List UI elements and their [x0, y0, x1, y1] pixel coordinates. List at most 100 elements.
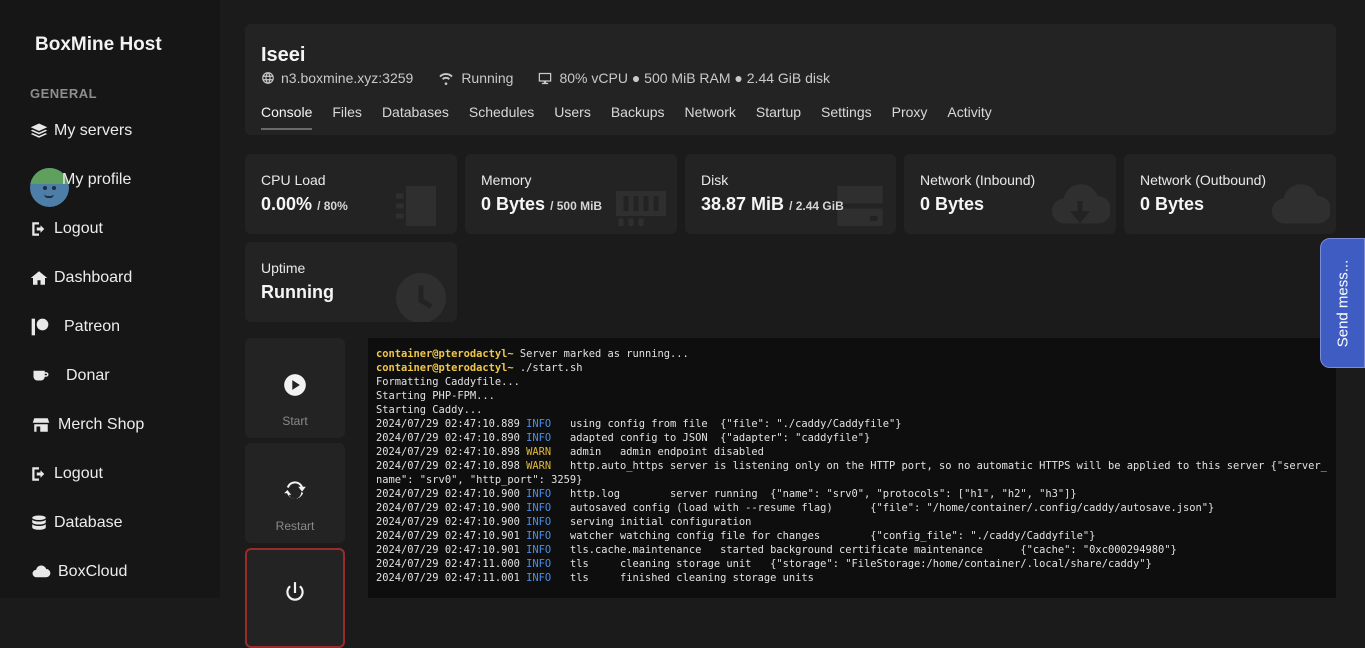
stat-title: Uptime [261, 260, 306, 276]
send-message-label: Send mess... [1334, 259, 1352, 347]
tab-schedules[interactable]: Schedules [469, 104, 534, 130]
stat-limit: / 80% [317, 199, 348, 213]
server-status-text: Running [461, 70, 514, 86]
cloud-icon [32, 565, 51, 578]
server-address: n3.boxmine.xyz:3259 [261, 70, 413, 86]
console-line: Formatting Caddyfile... [376, 376, 520, 388]
console-line: Starting Caddy... [376, 404, 483, 416]
globe-icon [262, 72, 274, 84]
console-line: container@pterodactyl~ Server marked as … [376, 348, 689, 360]
stat-title: CPU Load [261, 172, 326, 188]
tab-startup[interactable]: Startup [756, 104, 801, 130]
tab-databases[interactable]: Databases [382, 104, 449, 130]
tab-console[interactable]: Console [261, 104, 313, 130]
stat-limit: / 500 MiB [550, 199, 603, 213]
console-line: 2024/07/29 02:47:11.000 INFO tls cleanin… [376, 558, 1152, 570]
sidebar-item-label: Logout [54, 220, 103, 237]
tab-activity[interactable]: Activity [947, 104, 991, 130]
sidebar-item-my-profile[interactable]: My profile [62, 167, 131, 193]
store-icon [32, 418, 50, 432]
restart-button[interactable]: Restart [245, 443, 345, 543]
stat-title: Disk [701, 172, 729, 188]
cloud-upload-icon [1271, 184, 1330, 224]
sidebar-item-label: Merch Shop [58, 416, 145, 433]
sidebar-item-label: Patreon [64, 318, 121, 335]
server-status: Running [437, 70, 513, 86]
console-line: 2024/07/29 02:47:10.898 WARN admin admin… [376, 446, 764, 458]
sidebar-item-dashboard[interactable]: Dashboard [30, 265, 132, 291]
sync-icon [284, 481, 306, 499]
console-output[interactable]: container@pterodactyl~ Server marked as … [368, 338, 1336, 598]
server-meta: n3.boxmine.xyz:3259 Running 80% vCPU ● 5… [261, 70, 854, 86]
stat-uptime: Uptime Running [245, 242, 457, 322]
layers-icon [30, 123, 48, 138]
power-icon [286, 582, 304, 601]
console-line: 2024/07/29 02:47:10.900 INFO http.log se… [376, 488, 1077, 500]
start-button[interactable]: Start [245, 338, 345, 438]
tab-backups[interactable]: Backups [611, 104, 665, 130]
sidebar-item-database[interactable]: Database [30, 510, 123, 536]
sidebar: BoxMine Host GENERAL My servers My profi… [0, 0, 220, 598]
server-tabs: Console Files Databases Schedules Users … [261, 104, 1012, 130]
stat-network-outbound: Network (Outbound) 0 Bytes [1124, 154, 1336, 234]
stat-title: Memory [481, 172, 532, 188]
tab-settings[interactable]: Settings [821, 104, 872, 130]
console-line: 2024/07/29 02:47:10.898 WARN http.auto_h… [376, 460, 1327, 486]
stat-value: 38.87 MiB / 2.44 GiB [701, 194, 844, 214]
server-resources: 80% vCPU ● 500 MiB RAM ● 2.44 GiB disk [537, 70, 830, 86]
tab-proxy[interactable]: Proxy [892, 104, 928, 130]
stat-value: Running [261, 282, 334, 302]
play-circle-icon [284, 374, 306, 396]
sidebar-item-patreon[interactable]: Patreon [30, 314, 120, 340]
server-address-text[interactable]: n3.boxmine.xyz:3259 [281, 70, 413, 86]
console-line: container@pterodactyl~ ./start.sh [376, 362, 583, 374]
stat-network-inbound: Network (Inbound) 0 Bytes [904, 154, 1116, 234]
console-line: 2024/07/29 02:47:11.001 INFO tls finishe… [376, 572, 814, 584]
monitor-icon [539, 72, 552, 84]
server-name: Iseei [261, 44, 306, 66]
sidebar-item-merch-shop[interactable]: Merch Shop [30, 412, 144, 438]
stat-value: 0 Bytes / 500 MiB [481, 194, 603, 214]
stat-value: 0 Bytes [1140, 194, 1205, 214]
patreon-icon [31, 318, 49, 336]
sidebar-item-label: My profile [62, 171, 132, 188]
console-line: 2024/07/29 02:47:10.890 INFO adapted con… [376, 432, 871, 444]
tab-files[interactable]: Files [332, 104, 362, 130]
sidebar-item-label: Database [54, 514, 123, 531]
sidebar-item-label: Dashboard [54, 269, 133, 286]
stat-disk: Disk 38.87 MiB / 2.44 GiB [685, 154, 896, 234]
sidebar-item-my-servers[interactable]: My servers [30, 118, 132, 144]
console-line: 2024/07/29 02:47:10.901 INFO watcher wat… [376, 530, 1096, 542]
stat-memory: Memory 0 Bytes / 500 MiB [465, 154, 677, 234]
memory-icon [616, 191, 666, 226]
database-icon [32, 515, 46, 530]
logout-icon [32, 467, 45, 481]
cpu-icon [396, 186, 436, 226]
stat-title: Network (Outbound) [1140, 172, 1267, 188]
server-header: Iseei n3.boxmine.xyz:3259 Running 80% vC… [245, 24, 1336, 135]
home-icon [30, 271, 48, 285]
send-message-tab[interactable]: Send mess... [1320, 238, 1365, 368]
tab-users[interactable]: Users [554, 104, 591, 130]
server-resources-text: 80% vCPU ● 500 MiB RAM ● 2.44 GiB disk [559, 70, 831, 86]
stop-button[interactable] [245, 548, 345, 648]
console-line: 2024/07/29 02:47:10.900 INFO autosaved c… [376, 502, 1215, 514]
stat-value: 0 Bytes [920, 194, 985, 214]
restart-label: Restart [275, 519, 315, 533]
sidebar-item-label: Donar [66, 367, 110, 384]
sidebar-item-logout-2[interactable]: Logout [30, 461, 103, 487]
sidebar-item-logout[interactable]: Logout [30, 216, 103, 242]
sidebar-item-label: Logout [54, 465, 103, 482]
sidebar-item-label: BoxCloud [58, 563, 128, 580]
start-label: Start [282, 414, 308, 428]
coffee-icon [33, 370, 49, 381]
tab-network[interactable]: Network [685, 104, 736, 130]
console-line: 2024/07/29 02:47:10.889 INFO using confi… [376, 418, 902, 430]
sidebar-item-boxcloud[interactable]: BoxCloud [30, 559, 127, 585]
wifi-icon [439, 73, 453, 85]
section-label-general: GENERAL [30, 86, 98, 101]
brand-title[interactable]: BoxMine Host [35, 34, 162, 56]
cloud-download-icon [1051, 184, 1110, 224]
sidebar-item-donar[interactable]: Donar [30, 363, 110, 389]
stat-limit: / 2.44 GiB [789, 199, 844, 213]
